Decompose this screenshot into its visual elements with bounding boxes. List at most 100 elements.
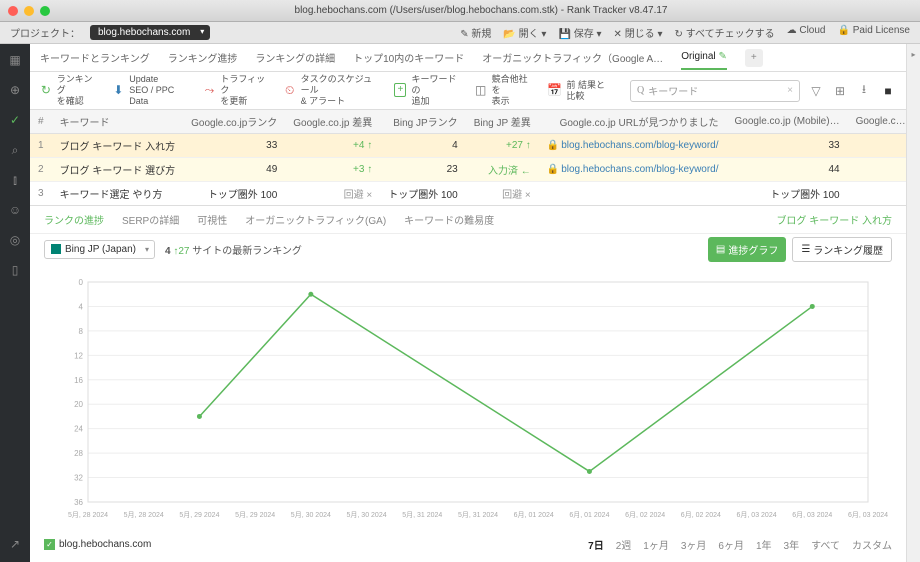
svg-text:5月, 29 2024: 5月, 29 2024: [179, 511, 219, 519]
keyword-table: #キーワードGoogle.co.jpランクGoogle.co.jp 差異Bing…: [30, 110, 906, 206]
toolbar: ↻ランキングを確認 ⬇UpdateSEO / PPC Data ⤳トラフィックを…: [30, 72, 906, 110]
tab-add[interactable]: +: [745, 49, 763, 67]
right-rail[interactable]: ▸: [906, 44, 920, 562]
action-license[interactable]: 🔒 Paid License: [838, 25, 911, 40]
bing-icon: [51, 244, 61, 254]
btn-progress-graph[interactable]: ▤ 進捗グラフ: [708, 237, 786, 262]
action-close[interactable]: ✕ 閉じる ▾: [614, 25, 663, 40]
detail-tabs: ランクの進捗 SERPの詳細 可視性 オーガニックトラフィック(GA) キーワー…: [30, 206, 906, 234]
tab-original[interactable]: Original ✎: [681, 45, 727, 70]
range-option[interactable]: 3年: [784, 537, 800, 552]
date-ranges: 7日 2週 1ヶ月 3ヶ月 6ヶ月 1年 3年すべてカスタム: [588, 537, 892, 552]
left-sidebar: ▦ ⊕ ✓ ⌕ ⫾ ☺ ◎ ▯ ↗: [0, 44, 30, 562]
search-engine-select[interactable]: Bing JP (Japan): [44, 240, 155, 259]
svg-text:0: 0: [79, 278, 84, 287]
svg-text:5月, 29 2024: 5月, 29 2024: [235, 511, 275, 519]
svg-text:6月, 03 2024: 6月, 03 2024: [848, 511, 888, 519]
col-header[interactable]: キーワード: [52, 110, 184, 134]
col-header[interactable]: Bing JPランク: [380, 110, 465, 134]
dtab-progress[interactable]: ランクの進捗: [44, 212, 104, 227]
chart-icon[interactable]: ⫾: [7, 172, 23, 188]
dtab-ga[interactable]: オーガニックトラフィック(GA): [245, 212, 386, 227]
action-save[interactable]: 💾 保存 ▾: [558, 25, 601, 40]
tab-kw-rank[interactable]: キーワードとランキング: [40, 44, 150, 71]
action-new[interactable]: ✎ 新規: [460, 25, 491, 40]
search-input[interactable]: Qキーワード×: [630, 80, 800, 102]
range-option[interactable]: 3ヶ月: [681, 537, 707, 552]
table-row[interactable]: 3キーワード選定 やり方トップ圏外 100回避 ×トップ圏外 100回避 ×トッ…: [30, 182, 906, 206]
project-select[interactable]: blog.hebochans.com: [90, 25, 210, 40]
svg-text:6月, 01 2024: 6月, 01 2024: [569, 511, 609, 519]
chart: 048121620242832365月, 28 20245月, 28 20245…: [30, 264, 906, 531]
tool-update-seo[interactable]: ⬇UpdateSEO / PPC Data: [112, 74, 185, 106]
dtab-serp[interactable]: SERPの詳細: [122, 212, 179, 227]
range-option[interactable]: 1年: [756, 537, 772, 552]
filter-icon[interactable]: ▽: [808, 83, 824, 99]
tool-add-kw[interactable]: +キーワードの追加: [394, 74, 456, 106]
col-header[interactable]: Google.co.jp (Mobile)…: [727, 110, 848, 134]
grid-icon[interactable]: ⊞: [832, 83, 848, 99]
rank-icon[interactable]: ✓: [7, 112, 23, 128]
col-header[interactable]: Bing JP 差異: [466, 110, 539, 134]
table-row[interactable]: 1ブログ キーワード 入れ方33+4 ↑4+27 ↑🔒blog.hebochan…: [30, 134, 906, 158]
col-header[interactable]: Google.co.jp URLが見つかりました: [539, 110, 727, 134]
tab-organic[interactable]: オーガニックトラフィック（Google A…: [482, 44, 663, 71]
range-option[interactable]: 2週: [616, 537, 632, 552]
svg-text:5月, 30 2024: 5月, 30 2024: [291, 511, 331, 519]
svg-text:5月, 28 2024: 5月, 28 2024: [124, 511, 164, 519]
project-label: プロジェクト：: [10, 25, 80, 40]
tool-traffic[interactable]: ⤳トラフィックを更新: [204, 74, 266, 106]
topbar-actions: ✎ 新規 📂 開く ▾ 💾 保存 ▾ ✕ 閉じる ▾ ↻ すべてチェックする ☁…: [460, 25, 910, 40]
tab-top10[interactable]: トップ10内のキーワード: [353, 44, 464, 71]
col-header[interactable]: Google.co.jpランク: [183, 110, 285, 134]
detail-keyword: ブログ キーワード 入れ方: [776, 212, 892, 227]
svg-text:6月, 03 2024: 6月, 03 2024: [792, 511, 832, 519]
tab-progress[interactable]: ランキング進捗: [168, 44, 238, 71]
folder-icon[interactable]: ■: [880, 83, 896, 99]
download-icon[interactable]: ⭳: [856, 83, 872, 99]
export-icon[interactable]: ↗: [7, 536, 23, 552]
tool-compare[interactable]: 📅前 結果と比較: [547, 80, 612, 102]
search-icon[interactable]: ⌕: [7, 142, 23, 158]
svg-text:24: 24: [74, 425, 83, 434]
tool-competitors[interactable]: ◫競合他社を表示: [475, 74, 530, 106]
range-option[interactable]: 7日: [588, 537, 604, 552]
range-option[interactable]: 1ヶ月: [643, 537, 669, 552]
action-open[interactable]: 📂 開く ▾: [503, 25, 546, 40]
clear-icon: ×: [787, 85, 793, 96]
svg-text:16: 16: [74, 376, 83, 385]
svg-text:5月, 28 2024: 5月, 28 2024: [68, 511, 108, 519]
target-icon[interactable]: ◎: [7, 232, 23, 248]
svg-text:6月, 01 2024: 6月, 01 2024: [514, 511, 554, 519]
action-cloud[interactable]: ☁ Cloud: [787, 25, 826, 40]
window-title: blog.hebochans.com (/Users/user/blog.heb…: [50, 5, 912, 16]
tool-check-rank[interactable]: ↻ランキングを確認: [40, 74, 94, 106]
svg-text:32: 32: [74, 474, 83, 483]
svg-text:5月, 31 2024: 5月, 31 2024: [458, 511, 498, 519]
col-header[interactable]: Google.c…: [848, 110, 906, 134]
globe-icon[interactable]: ⊕: [7, 82, 23, 98]
range-option[interactable]: 6ヶ月: [718, 537, 744, 552]
col-header[interactable]: #: [30, 110, 52, 134]
user-icon[interactable]: ☺: [7, 202, 23, 218]
dtab-difficulty[interactable]: キーワードの難易度: [404, 212, 494, 227]
svg-text:36: 36: [74, 498, 83, 507]
svg-text:5月, 30 2024: 5月, 30 2024: [347, 511, 387, 519]
tab-detail[interactable]: ランキングの詳細: [255, 44, 335, 71]
svg-text:6月, 02 2024: 6月, 02 2024: [681, 511, 721, 519]
table-row[interactable]: 2ブログ キーワード 選び方49+3 ↑23入力済 ←🔒blog.hebocha…: [30, 158, 906, 182]
svg-text:20: 20: [74, 400, 83, 409]
dashboard-icon[interactable]: ▦: [7, 52, 23, 68]
svg-text:28: 28: [74, 449, 83, 458]
col-header[interactable]: Google.co.jp 差異: [285, 110, 380, 134]
tool-schedule[interactable]: ⏲タスクのスケジュール& アラート: [284, 74, 377, 106]
dtab-visibility[interactable]: 可視性: [197, 212, 227, 227]
window-controls[interactable]: [8, 6, 50, 16]
btn-rank-history[interactable]: ☰ ランキング履歴: [792, 237, 892, 262]
range-option[interactable]: すべて: [811, 537, 840, 552]
legend-item[interactable]: ✓blog.hebochans.com: [44, 539, 151, 550]
top-tabs: キーワードとランキング ランキング進捗 ランキングの詳細 トップ10内のキーワー…: [30, 44, 906, 72]
range-option[interactable]: カスタム: [852, 537, 892, 552]
action-check-all[interactable]: ↻ すべてチェックする: [675, 25, 775, 40]
clipboard-icon[interactable]: ▯: [7, 262, 23, 278]
